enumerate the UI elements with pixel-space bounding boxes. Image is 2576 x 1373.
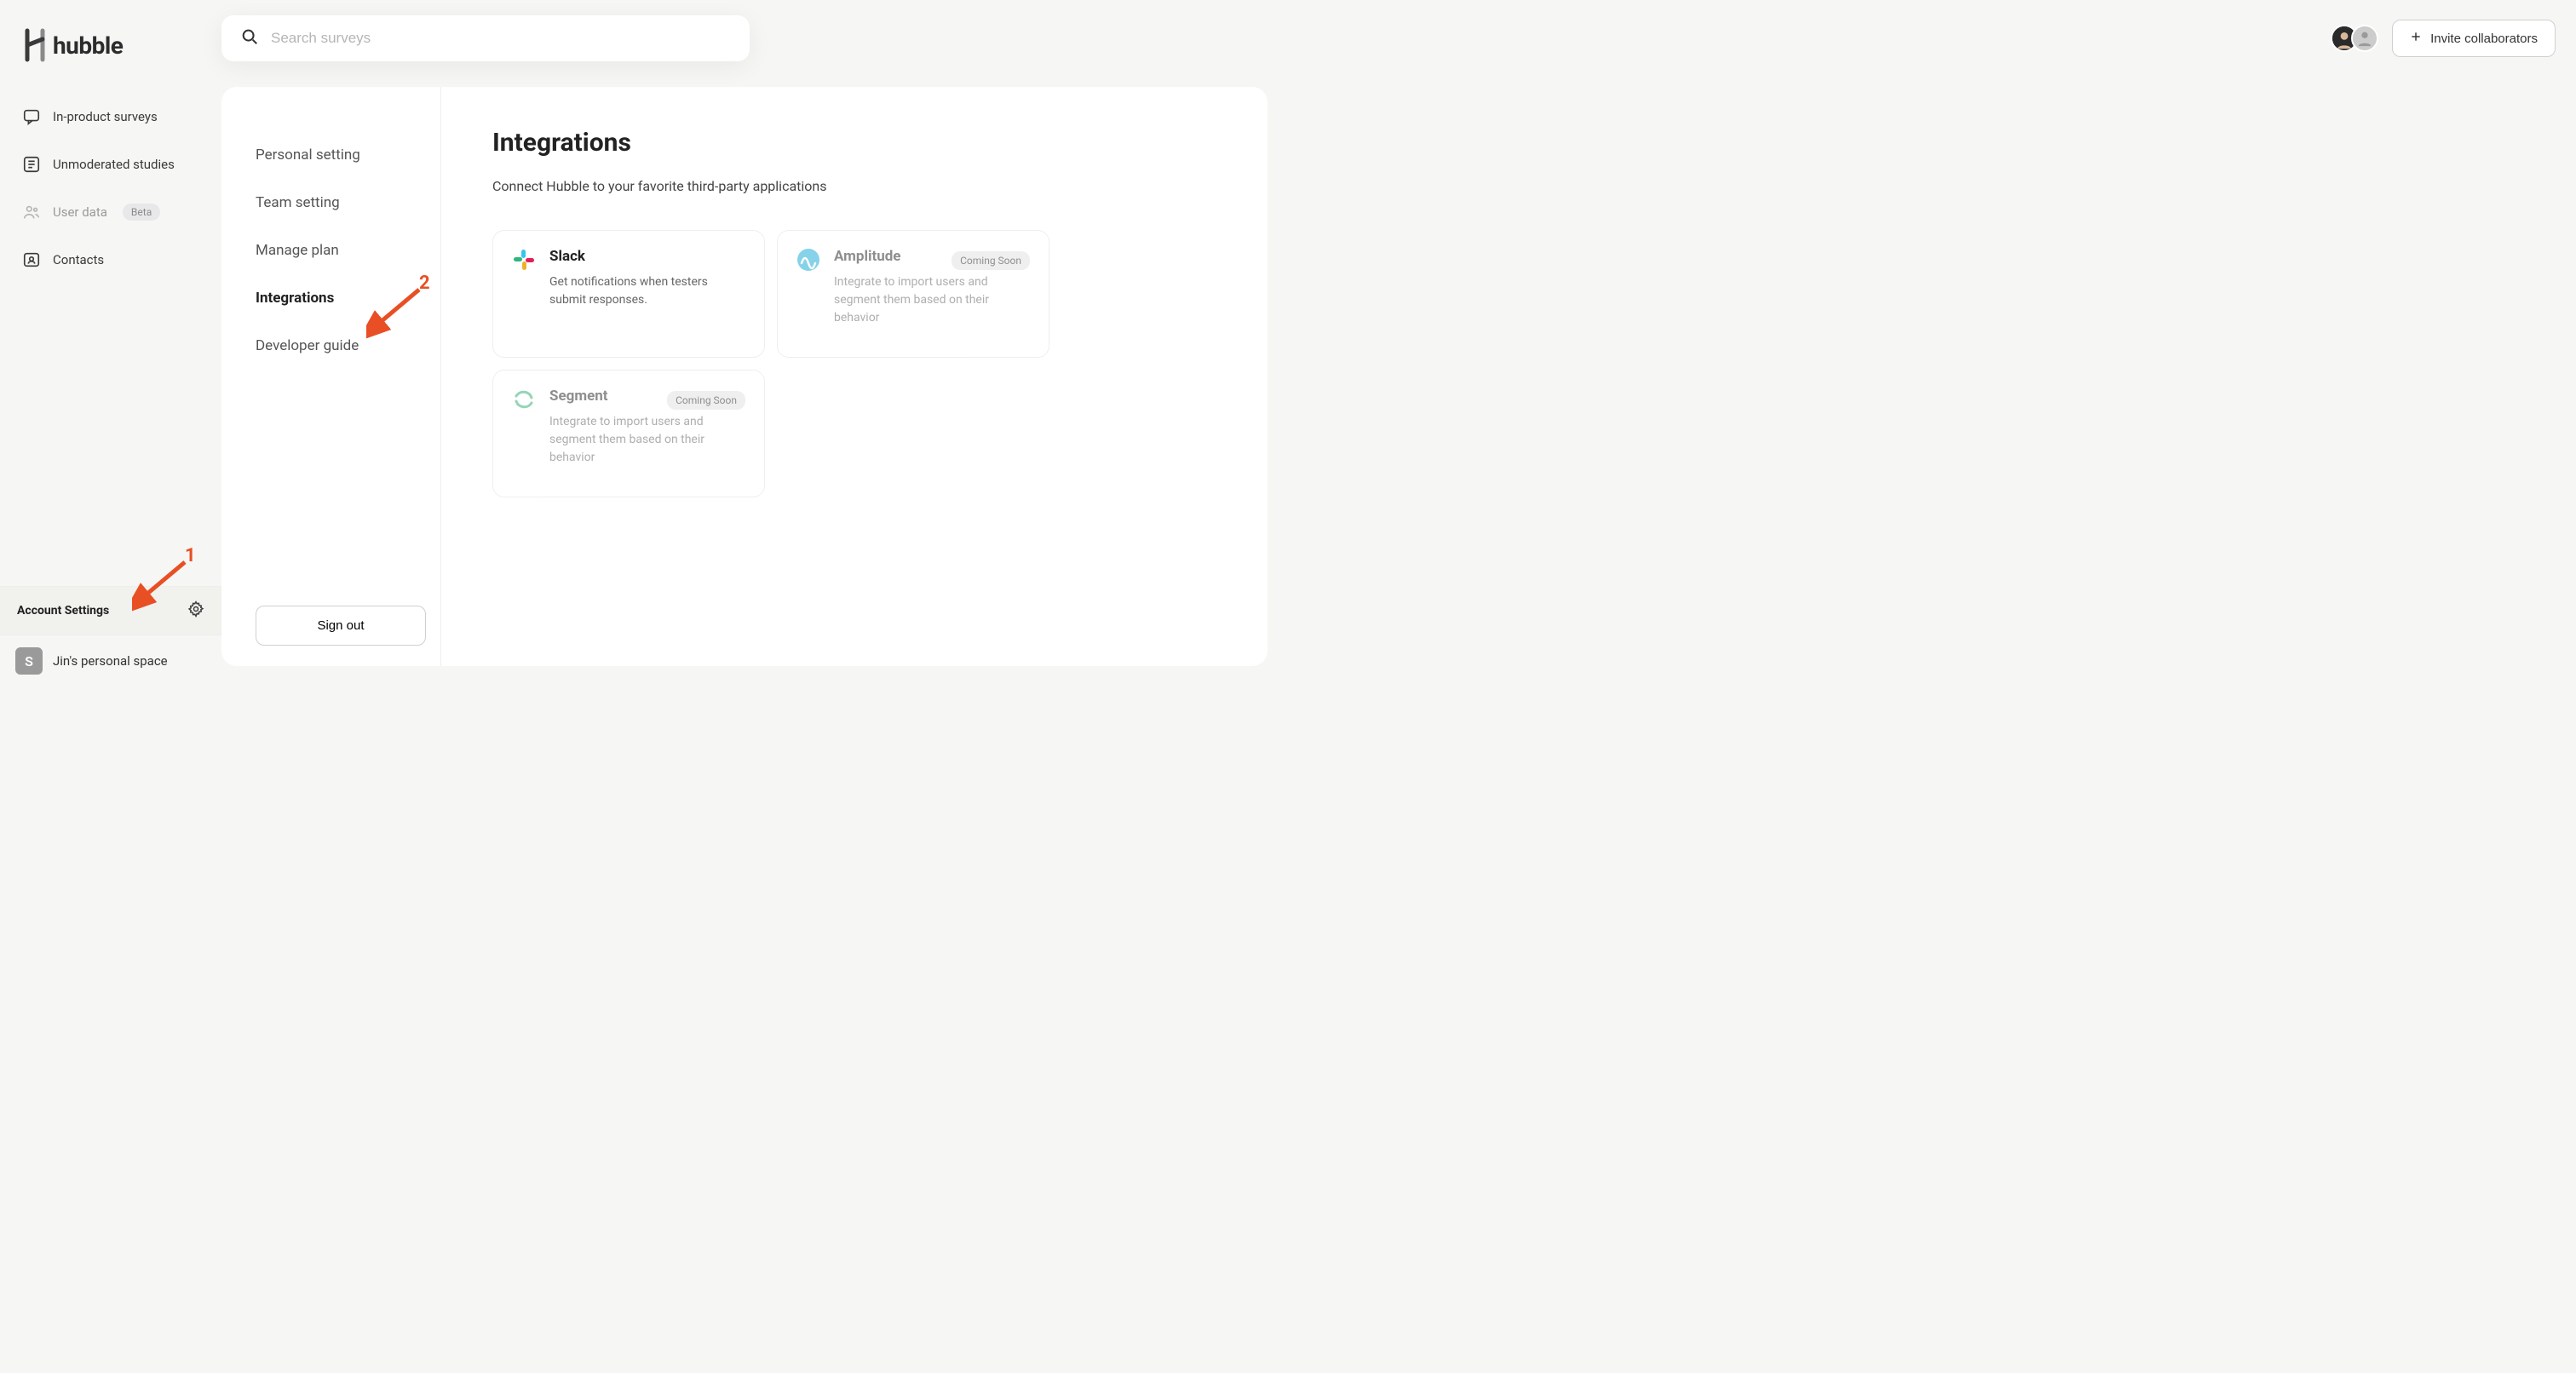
settings-nav-personal[interactable]: Personal setting: [256, 131, 420, 179]
beta-badge: Beta: [123, 204, 160, 221]
workspace-avatar: S: [15, 647, 43, 675]
gear-icon: [187, 600, 204, 621]
sidebar: hubble In-product surveys Unmoderated st…: [0, 0, 221, 686]
page-subtitle: Connect Hubble to your favorite third-pa…: [492, 178, 1216, 194]
integrations-content: Integrations Connect Hubble to your favo…: [441, 87, 1268, 666]
logo-icon: [24, 27, 46, 63]
integration-desc: Get notifications when testers submit re…: [549, 273, 745, 309]
invite-label: Invite collaborators: [2430, 32, 2538, 46]
integration-name: Segment: [549, 388, 608, 405]
invite-collaborators-button[interactable]: Invite collaborators: [2392, 20, 2556, 57]
sidebar-item-label: In-product surveys: [53, 109, 158, 124]
users-icon: [22, 203, 41, 221]
sidebar-item-label: Unmoderated studies: [53, 157, 175, 172]
segment-icon: [512, 388, 536, 411]
integration-cards: Slack Get notifications when testers sub…: [492, 230, 1216, 497]
main-area: Personal setting Team setting Manage pla…: [221, 0, 1288, 686]
integration-card-amplitude: Amplitude Coming Soon Integrate to impor…: [777, 230, 1049, 358]
plus-icon: [2410, 31, 2422, 46]
workspace-switcher[interactable]: S Jin's personal space: [0, 635, 221, 686]
settings-nav-plan[interactable]: Manage plan: [256, 227, 420, 274]
sidebar-item-in-product-surveys[interactable]: In-product surveys: [9, 95, 213, 138]
slack-icon: [512, 248, 536, 272]
settings-panel: Personal setting Team setting Manage pla…: [221, 87, 1268, 666]
account-settings-label: Account Settings: [17, 604, 109, 618]
coming-soon-badge: Coming Soon: [667, 391, 745, 410]
workspace-name: Jin's personal space: [53, 653, 168, 669]
integration-card-slack[interactable]: Slack Get notifications when testers sub…: [492, 230, 765, 358]
avatar[interactable]: [2351, 25, 2378, 52]
sidebar-item-unmoderated-studies[interactable]: Unmoderated studies: [9, 143, 213, 186]
account-settings-button[interactable]: Account Settings: [0, 586, 221, 635]
settings-nav-developer-guide[interactable]: Developer guide: [256, 322, 420, 370]
integration-name: Slack: [549, 248, 745, 265]
sign-out-button[interactable]: Sign out: [256, 606, 426, 646]
amplitude-icon: [796, 248, 820, 272]
search-icon: [240, 27, 259, 49]
integration-desc: Integrate to import users and segment th…: [834, 273, 1030, 327]
coming-soon-badge: Coming Soon: [952, 251, 1030, 270]
integration-desc: Integrate to import users and segment th…: [549, 413, 745, 467]
chat-icon: [22, 107, 41, 126]
sidebar-item-contacts[interactable]: Contacts: [9, 238, 213, 281]
sidebar-item-label: User data: [53, 204, 107, 220]
integration-name: Amplitude: [834, 248, 900, 265]
list-icon: [22, 155, 41, 174]
page-title: Integrations: [492, 128, 1216, 158]
settings-nav-team[interactable]: Team setting: [256, 179, 420, 227]
topbar: Invite collaborators: [221, 15, 2556, 61]
sidebar-item-user-data[interactable]: User data Beta: [9, 191, 213, 233]
settings-nav: Personal setting Team setting Manage pla…: [221, 87, 441, 666]
search-input[interactable]: [271, 30, 731, 47]
sidebar-item-label: Contacts: [53, 252, 104, 267]
integration-card-segment: Segment Coming Soon Integrate to import …: [492, 370, 765, 497]
contact-icon: [22, 250, 41, 269]
settings-nav-integrations[interactable]: Integrations: [256, 274, 420, 322]
brand-name: hubble: [53, 32, 123, 60]
brand-logo[interactable]: hubble: [0, 15, 221, 95]
collaborator-avatars[interactable]: [2331, 25, 2378, 52]
primary-nav: In-product surveys Unmoderated studies U…: [0, 95, 221, 281]
search-bar[interactable]: [221, 15, 750, 61]
